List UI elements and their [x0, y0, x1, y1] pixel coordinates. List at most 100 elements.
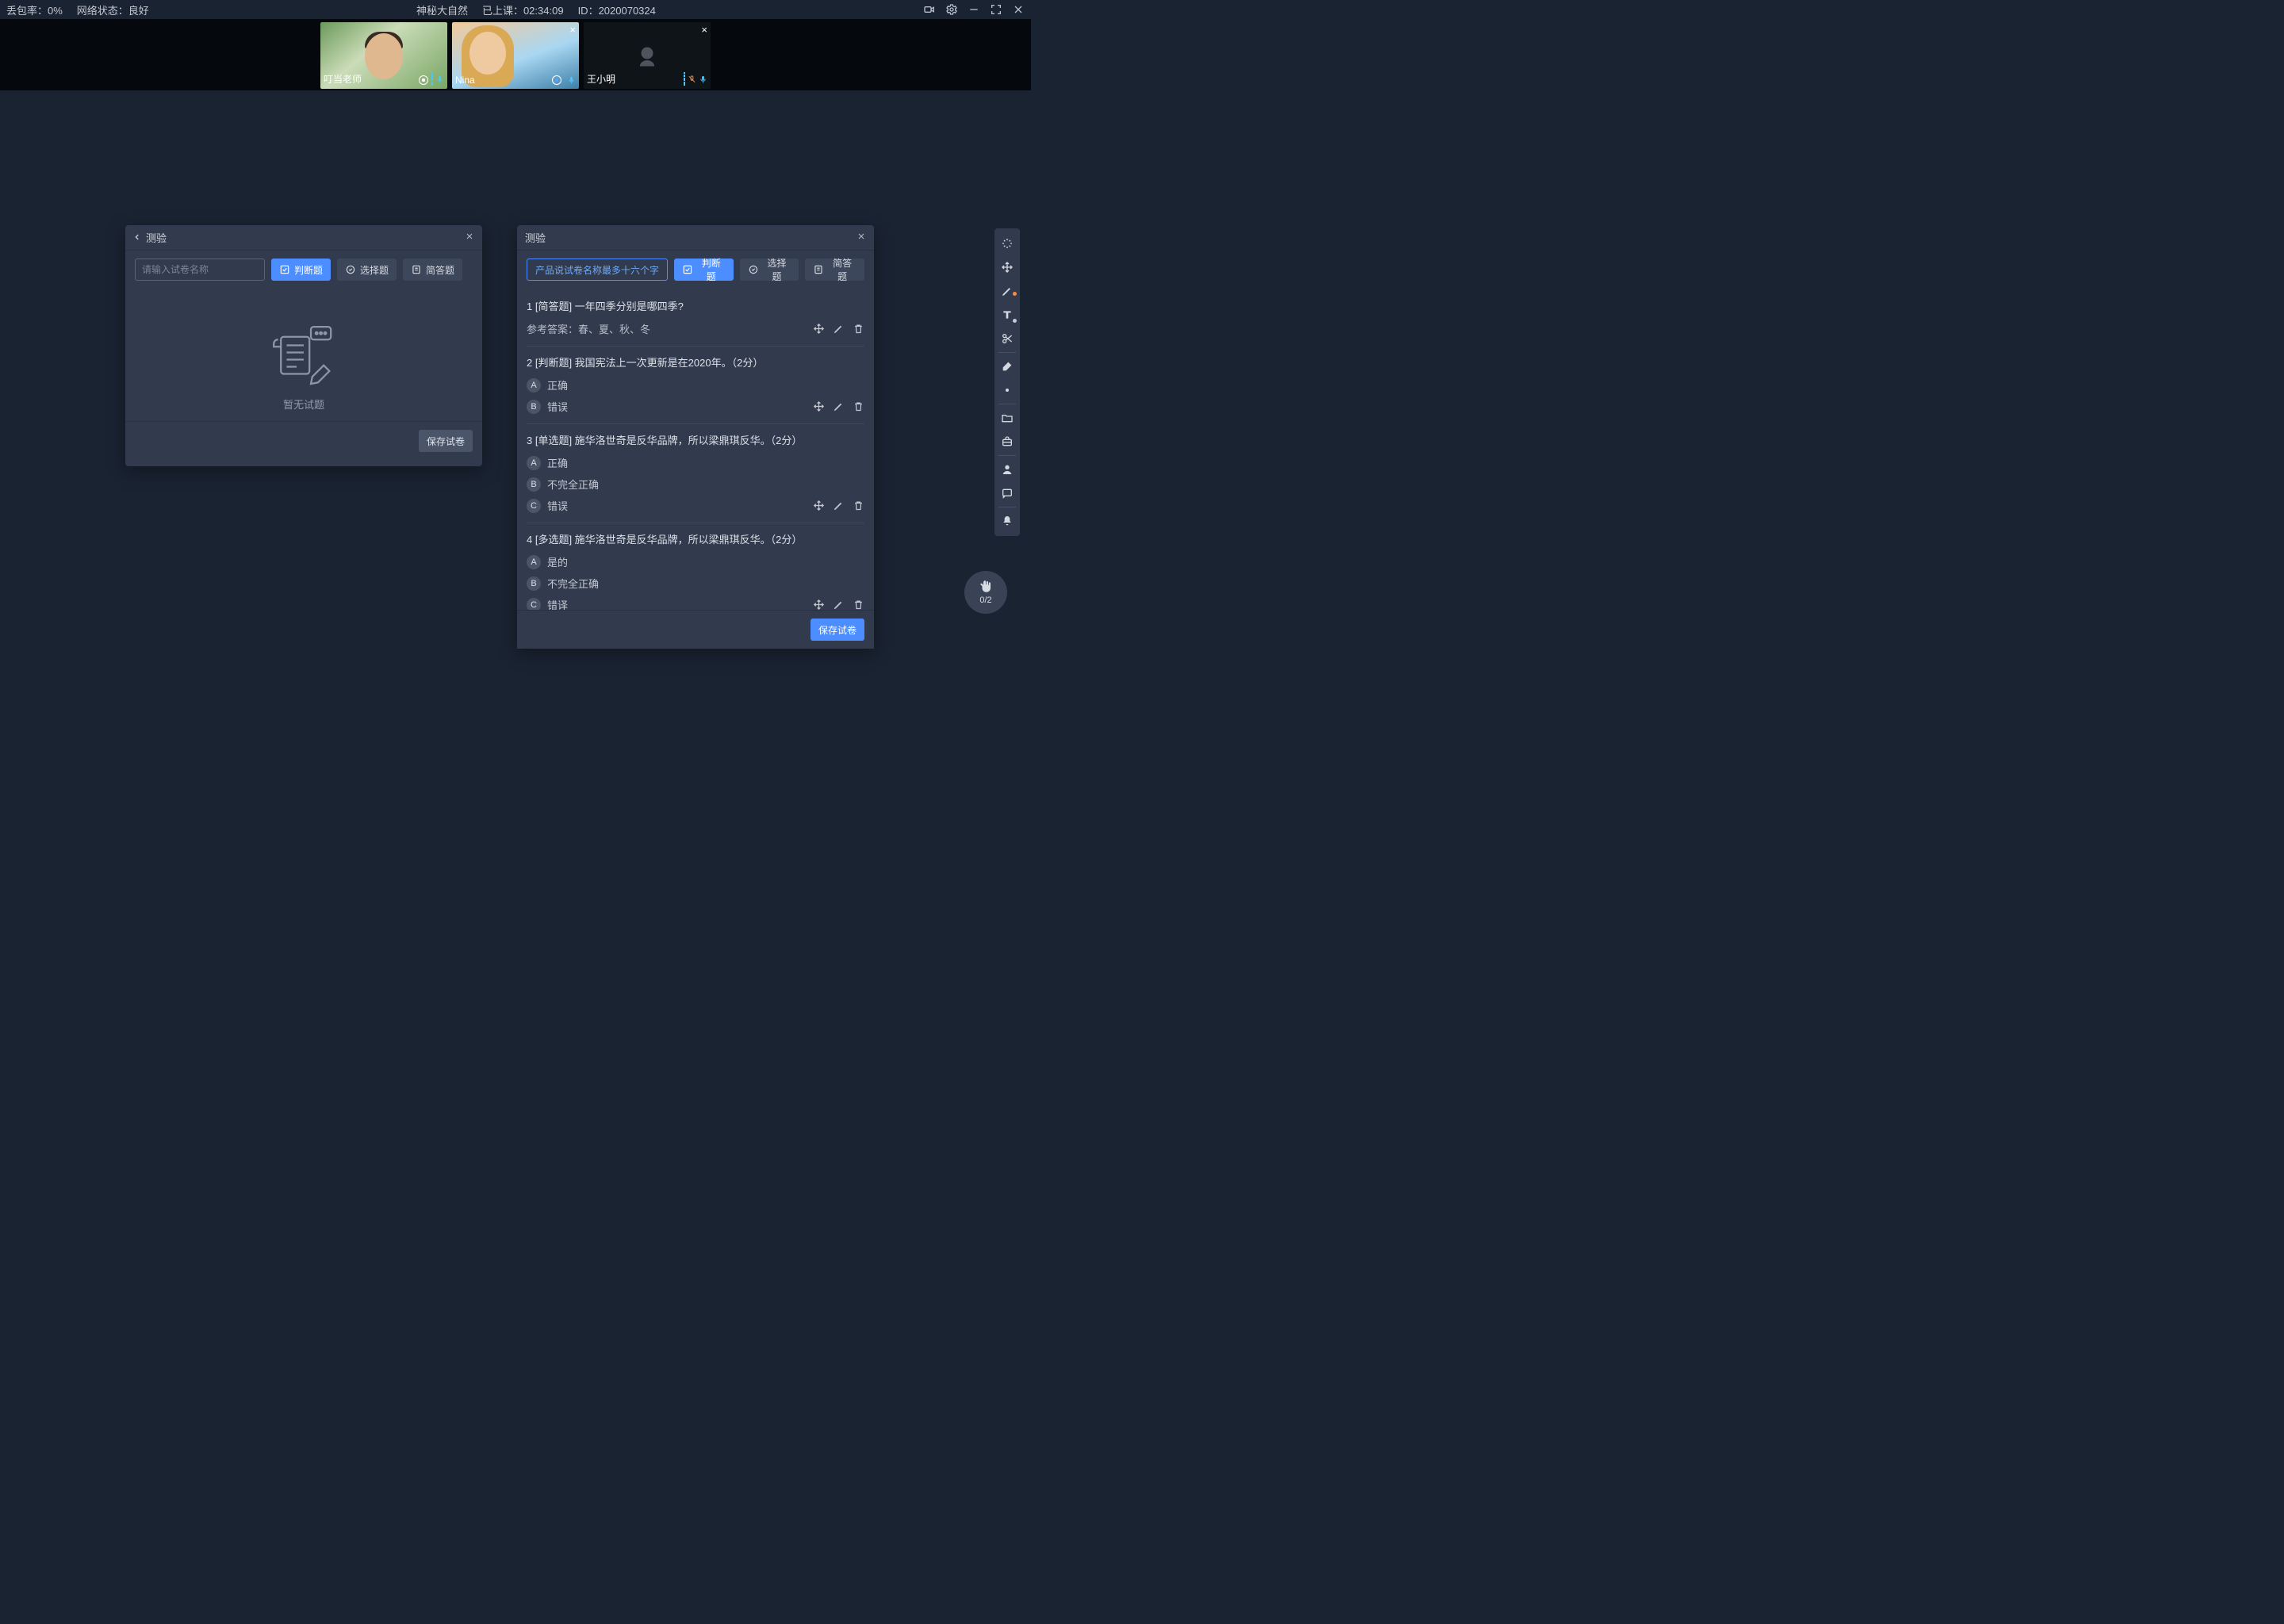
- question-option[interactable]: C 错译: [527, 597, 864, 610]
- option-text: 正确: [547, 377, 568, 393]
- eraser-tool-icon[interactable]: [994, 354, 1020, 378]
- tile-close-icon[interactable]: ×: [569, 24, 576, 36]
- close-window-icon[interactable]: [1012, 3, 1025, 16]
- pen-tool-icon[interactable]: [994, 279, 1020, 303]
- session-id-label: ID：2020070324: [578, 2, 656, 17]
- question-option[interactable]: B错误: [527, 399, 864, 414]
- move-question-icon[interactable]: [813, 500, 825, 511]
- question-list: 1 [简答题] 一年四季分别是哪四季?参考答案：春、夏、秋、冬 2 [判断题] …: [517, 289, 874, 610]
- edit-question-icon[interactable]: [833, 500, 845, 511]
- camera-toggle-icon[interactable]: [923, 3, 936, 16]
- option-text: 错译: [547, 597, 568, 610]
- network-status-label: 网络状态：良好: [77, 2, 149, 17]
- participant-name: Nina: [455, 75, 475, 86]
- participant-name: 叮当老师: [324, 72, 362, 86]
- delete-question-icon[interactable]: [853, 599, 864, 610]
- add-judge-button[interactable]: 判断题: [271, 259, 331, 281]
- fullscreen-icon[interactable]: [990, 3, 1002, 16]
- question-option[interactable]: B 不完全正确: [527, 477, 864, 492]
- hand-raise-fab[interactable]: 0/2: [964, 571, 1007, 614]
- question-title: 4 [多选题] 施华洛世奇是反华品牌，所以梁鼎琪反华。（2分）: [527, 531, 864, 546]
- close-icon[interactable]: [465, 232, 474, 243]
- add-judge-button[interactable]: 判断题: [674, 259, 734, 281]
- question-option[interactable]: A 是的: [527, 554, 864, 569]
- save-quiz-button[interactable]: 保存试卷: [419, 430, 473, 452]
- video-strip: 叮当老师 × Nina × 王小明: [0, 19, 1031, 90]
- video-tile-teacher[interactable]: 叮当老师: [320, 22, 447, 89]
- class-title: 神秘大自然: [416, 2, 468, 17]
- option-badge: C: [527, 598, 541, 611]
- mic-indicator-icon: [431, 72, 444, 86]
- save-quiz-button[interactable]: 保存试卷: [811, 619, 864, 641]
- question-option[interactable]: B 不完全正确: [527, 576, 864, 591]
- bell-icon[interactable]: [994, 509, 1020, 533]
- back-icon[interactable]: [133, 232, 141, 243]
- video-tile-student[interactable]: × Nina: [452, 22, 579, 89]
- text-tool-icon[interactable]: [994, 303, 1020, 327]
- quiz-panel-populated: 测验 产品说试卷名称最多十六个字 判断题 选择题 简答题 1 [简答题] 一年四…: [517, 225, 874, 649]
- video-tile-student[interactable]: × 王小明: [584, 22, 711, 89]
- tile-close-icon[interactable]: ×: [701, 24, 707, 36]
- edit-question-icon[interactable]: [833, 400, 845, 412]
- panel-title: 测验: [146, 230, 167, 245]
- add-short-answer-button[interactable]: 简答题: [805, 259, 864, 281]
- question-block: 2 [判断题] 我国宪法上一次更新是在2020年。（2分）A正确B错误: [527, 347, 864, 424]
- quiz-name-chip[interactable]: 产品说试卷名称最多十六个字: [527, 259, 668, 281]
- settings-icon[interactable]: [945, 3, 958, 16]
- option-text: 正确: [547, 455, 568, 470]
- packet-loss-label: 丢包率：0%: [6, 2, 63, 17]
- option-badge: A: [527, 555, 541, 569]
- edit-question-icon[interactable]: [833, 599, 845, 610]
- toolbox-icon[interactable]: [994, 430, 1020, 454]
- move-question-icon[interactable]: [813, 599, 825, 610]
- quiz-name-input[interactable]: [135, 259, 265, 281]
- mic-indicator-icon: [684, 72, 707, 86]
- question-option[interactable]: A 正确: [527, 377, 864, 393]
- question-title: 3 [单选题] 施华洛世奇是反华品牌，所以梁鼎琪反华。（2分）: [527, 432, 864, 447]
- question-option[interactable]: C错误: [527, 498, 864, 513]
- folder-tool-icon[interactable]: [994, 406, 1020, 430]
- option-badge: B: [527, 576, 541, 591]
- delete-question-icon[interactable]: [853, 400, 864, 412]
- option-badge: A: [527, 378, 541, 393]
- participants-icon[interactable]: [994, 458, 1020, 481]
- delete-question-icon[interactable]: [853, 500, 864, 511]
- option-text: 不完全正确: [547, 477, 599, 492]
- question-block: 1 [简答题] 一年四季分别是哪四季? 参考答案：春、夏、秋、冬: [527, 290, 864, 347]
- question-block: 3 [单选题] 施华洛世奇是反华品牌，所以梁鼎琪反华。（2分） A 正确 B 不完全正确…: [527, 424, 864, 523]
- add-choice-button[interactable]: 选择题: [337, 259, 397, 281]
- add-choice-button[interactable]: 选择题: [740, 259, 799, 281]
- chat-icon[interactable]: [994, 481, 1020, 505]
- elapsed-time-label: 已上课：02:34:09: [482, 2, 564, 17]
- add-short-answer-button[interactable]: 简答题: [403, 259, 462, 281]
- move-question-icon[interactable]: [813, 323, 825, 335]
- scissors-tool-icon[interactable]: [994, 327, 1020, 350]
- top-status-bar: 丢包率：0% 网络状态：良好 神秘大自然 已上课：02:34:09 ID：202…: [0, 0, 1031, 19]
- question-block: 4 [多选题] 施华洛世奇是反华品牌，所以梁鼎琪反华。（2分） A 是的 B 不完全正确…: [527, 523, 864, 610]
- minimize-icon[interactable]: [968, 3, 980, 16]
- panel-title: 测验: [525, 230, 546, 245]
- option-badge: A: [527, 456, 541, 470]
- option-text: 不完全正确: [547, 576, 599, 591]
- delete-question-icon[interactable]: [853, 323, 864, 335]
- close-icon[interactable]: [856, 232, 866, 243]
- mic-indicator-icon: [567, 75, 576, 86]
- reference-answer: 参考答案：春、夏、秋、冬: [527, 321, 864, 336]
- option-badge: C: [527, 499, 541, 513]
- option-text: 是的: [547, 554, 568, 569]
- move-question-icon[interactable]: [813, 400, 825, 412]
- option-badge: B: [527, 477, 541, 492]
- option-badge: B: [527, 400, 541, 414]
- question-title: 1 [简答题] 一年四季分别是哪四季?: [527, 298, 864, 313]
- participant-name: 王小明: [587, 72, 615, 86]
- question-option[interactable]: A 正确: [527, 455, 864, 470]
- camera-off-icon: [633, 41, 661, 70]
- recording-indicator-icon: [552, 75, 561, 85]
- laser-tool-icon[interactable]: [994, 378, 1020, 402]
- pointer-tool-icon[interactable]: [994, 232, 1020, 255]
- tools-dock: [994, 228, 1020, 536]
- edit-question-icon[interactable]: [833, 323, 845, 335]
- move-tool-icon[interactable]: [994, 255, 1020, 279]
- hand-icon: [979, 580, 993, 594]
- empty-state: 暂无试题: [135, 324, 473, 412]
